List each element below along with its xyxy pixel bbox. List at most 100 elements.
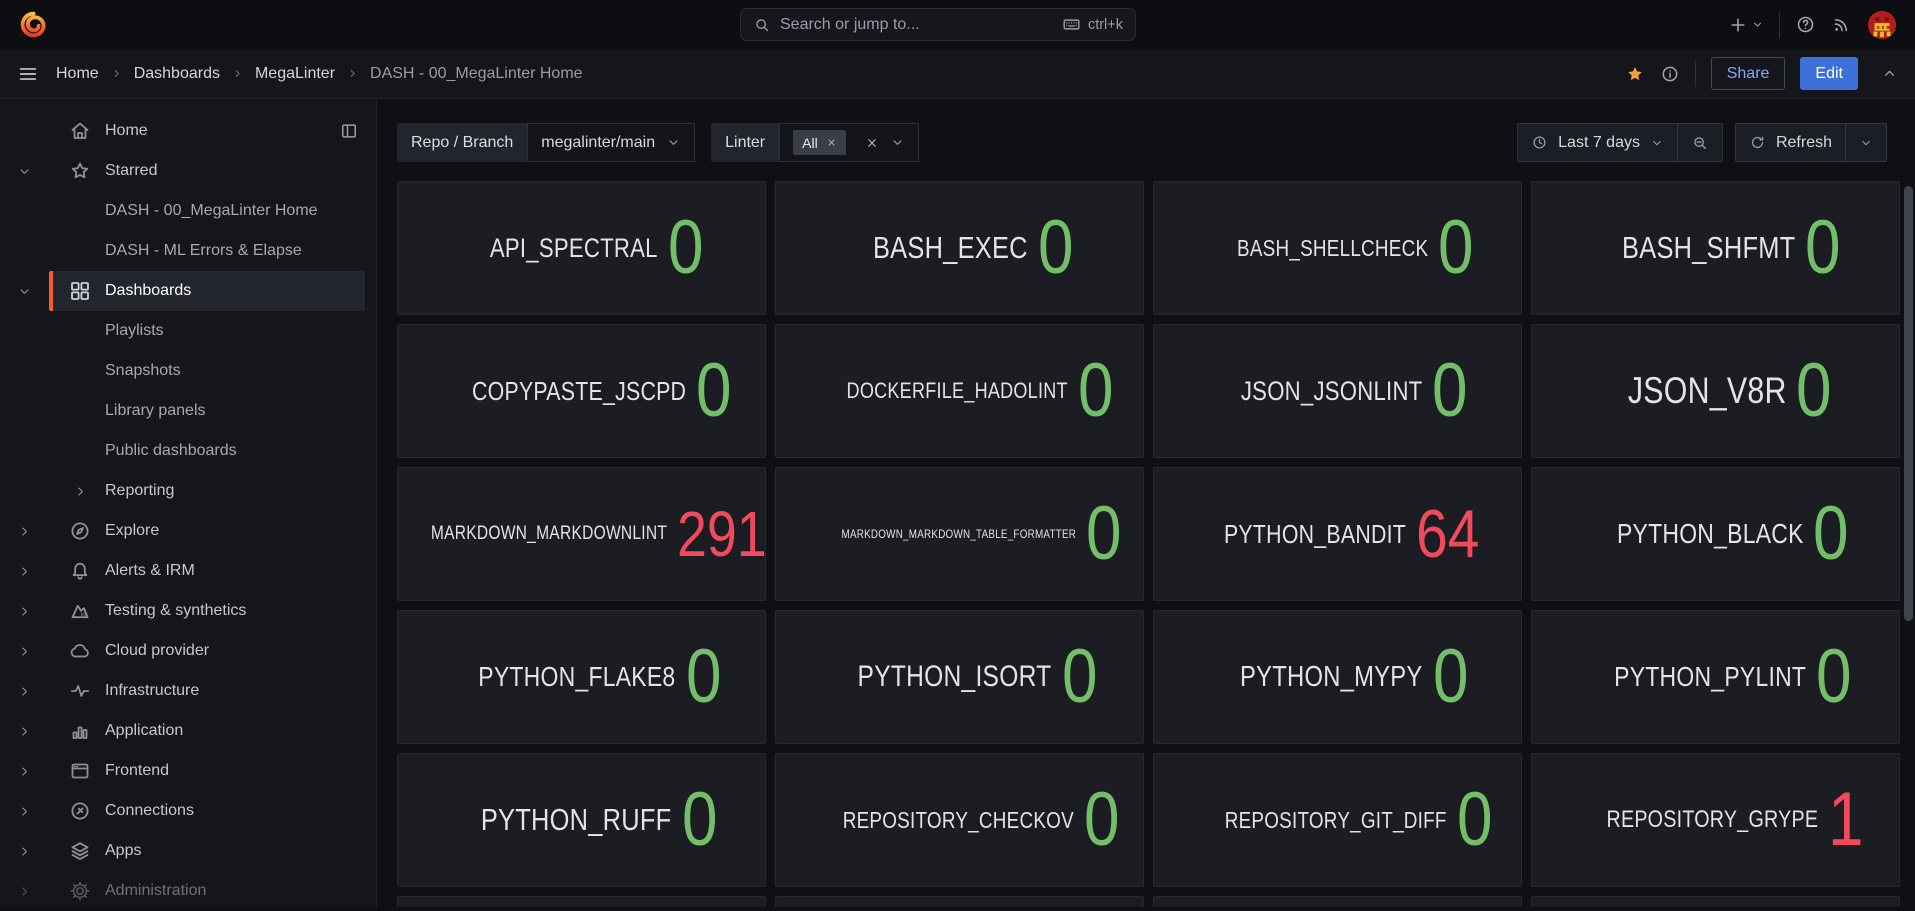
chevron-right-icon	[110, 67, 123, 80]
sidebar-item-library-panels[interactable]: Library panels	[0, 391, 365, 431]
chevron-right-icon[interactable]	[0, 684, 49, 699]
stat-panel-python-flake8[interactable]: PYTHON_FLAKE80	[397, 610, 766, 744]
favorite-star-icon[interactable]	[1625, 64, 1645, 84]
linter-filter[interactable]: Linter All	[711, 123, 919, 162]
stat-panel-json-v8r[interactable]: JSON_V8R0	[1531, 324, 1900, 458]
divider	[1779, 12, 1780, 38]
sidebar-item-apps[interactable]: Apps	[0, 831, 365, 871]
news-rss-icon[interactable]	[1831, 14, 1852, 35]
stat-panel-bash-shellcheck[interactable]: BASH_SHELLCHECK0	[1153, 181, 1522, 315]
stat-panel-repository-checkov[interactable]: REPOSITORY_CHECKOV0	[775, 753, 1144, 887]
help-icon[interactable]	[1795, 14, 1816, 35]
chevron-down-icon[interactable]	[0, 284, 49, 299]
sidebar-item-dash-00-megalinter-home[interactable]: DASH - 00_MegaLinter Home	[0, 191, 365, 231]
sidebar-item-snapshots[interactable]: Snapshots	[0, 351, 365, 391]
share-button[interactable]: Share	[1711, 57, 1786, 90]
sidebar-item-administration[interactable]: Administration	[0, 871, 365, 911]
chevron-down-icon[interactable]	[0, 164, 49, 179]
new-menu-button[interactable]	[1728, 15, 1764, 35]
sidebar-item-dashboards[interactable]: Dashboards	[0, 271, 365, 311]
chevron-down-icon	[1650, 136, 1664, 150]
stat-panel-repository-grype[interactable]: REPOSITORY_GRYPE1	[1531, 753, 1900, 887]
clock-icon	[1531, 134, 1548, 151]
stat-panel-python-black[interactable]: PYTHON_BLACK0	[1531, 467, 1900, 601]
stat-panel-copypaste-jscpd[interactable]: COPYPASTE_JSCPD0	[397, 324, 766, 458]
stat-panel-python-bandit[interactable]: PYTHON_BANDIT64	[1153, 467, 1522, 601]
sidebar-item-frontend[interactable]: Frontend	[0, 751, 365, 791]
chevron-right-icon[interactable]	[0, 844, 49, 859]
clear-filter-icon[interactable]	[865, 136, 879, 150]
stat-panel-partial	[775, 896, 1144, 907]
dashboard-header: HomeDashboardsMegaLinterDASH - 00_MegaLi…	[0, 49, 1915, 99]
stat-panel-dockerfile-hadolint[interactable]: DOCKERFILE_HADOLINT0	[775, 324, 1144, 458]
sidebar-item-connections[interactable]: Connections	[0, 791, 365, 831]
stat-panel-repository-git-diff[interactable]: REPOSITORY_GIT_DIFF0	[1153, 753, 1522, 887]
dashboard-toolbar: Repo / Branch megalinter/main Linter All…	[397, 123, 1887, 162]
chevron-right-icon[interactable]	[0, 524, 49, 539]
stat-value: 291	[677, 502, 766, 566]
stat-panel-json-jsonlint[interactable]: JSON_JSONLINT0	[1153, 324, 1522, 458]
sidebar-item-reporting[interactable]: Reporting	[0, 471, 365, 511]
refresh-interval-dropdown[interactable]	[1845, 124, 1886, 161]
stat-panel-python-pylint[interactable]: PYTHON_PYLINT0	[1531, 610, 1900, 744]
sidebar-item-infrastructure[interactable]: Infrastructure	[0, 671, 365, 711]
chevron-down-icon[interactable]	[890, 135, 905, 150]
sidebar-item-explore[interactable]: Explore	[0, 511, 365, 551]
zoom-out-button[interactable]	[1677, 124, 1722, 161]
time-range-picker[interactable]: Last 7 days	[1518, 124, 1677, 161]
sidebar-item-public-dashboards[interactable]: Public dashboards	[0, 431, 365, 471]
search-input[interactable]	[780, 16, 1053, 34]
stat-label: PYTHON_FLAKE8	[478, 661, 675, 693]
edit-button[interactable]: Edit	[1800, 57, 1858, 90]
chevron-right-icon[interactable]	[0, 564, 49, 579]
scrollbar-thumb[interactable]	[1904, 186, 1913, 621]
sidebar-item-dash-ml-errors-elapse[interactable]: DASH - ML Errors & Elapse	[0, 231, 365, 271]
stat-panel-python-mypy[interactable]: PYTHON_MYPY0	[1153, 610, 1522, 744]
hamburger-menu-icon[interactable]	[17, 63, 39, 85]
repo-branch-filter[interactable]: Repo / Branch megalinter/main	[397, 123, 695, 162]
stat-label: PYTHON_BLACK	[1616, 518, 1803, 550]
breadcrumb-link-megalinter[interactable]: MegaLinter	[255, 65, 335, 83]
stat-panel-python-isort[interactable]: PYTHON_ISORT0	[775, 610, 1144, 744]
breadcrumb-link-home[interactable]: Home	[56, 65, 99, 83]
stat-label: COPYPASTE_JSCPD	[472, 376, 686, 407]
scrollbar-track[interactable]	[1902, 181, 1915, 907]
linter-chip-all[interactable]: All	[793, 130, 846, 155]
stat-panel-markdown-markdownlint[interactable]: MARKDOWN_MARKDOWNLINT291	[397, 467, 766, 601]
stat-panel-python-ruff[interactable]: PYTHON_RUFF0	[397, 753, 766, 887]
global-search[interactable]: ctrl+k	[740, 8, 1136, 41]
plus-icon	[1728, 15, 1748, 35]
stat-panel-markdown-markdown-table-formatter[interactable]: MARKDOWN_MARKDOWN_TABLE_FORMATTER0	[775, 467, 1144, 601]
sidebar-item-testing-synthetics[interactable]: k6Testing & synthetics	[0, 591, 365, 631]
refresh-button[interactable]: Refresh	[1736, 124, 1845, 161]
dashboard-info-icon[interactable]	[1660, 64, 1680, 84]
stat-label: MARKDOWN_MARKDOWN_TABLE_FORMATTER	[842, 527, 1077, 541]
chevron-right-icon[interactable]	[68, 479, 92, 503]
stat-label: PYTHON_MYPY	[1240, 661, 1422, 694]
chevron-right-icon[interactable]	[0, 644, 49, 659]
sidebar-item-label: Snapshots	[105, 362, 181, 380]
sidebar-item-alerts-irm[interactable]: Alerts & IRM	[0, 551, 365, 591]
stat-panel-bash-exec[interactable]: BASH_EXEC0	[775, 181, 1144, 315]
chevron-right-icon[interactable]	[0, 764, 49, 779]
chevron-right-icon[interactable]	[0, 604, 49, 619]
grafana-logo[interactable]	[18, 9, 49, 40]
user-avatar[interactable]	[1867, 10, 1897, 40]
stat-panel-bash-shfmt[interactable]: BASH_SHFMT0	[1531, 181, 1900, 315]
chevron-right-icon[interactable]	[0, 884, 49, 899]
breadcrumb-link-dashboards[interactable]: Dashboards	[134, 65, 220, 83]
sidebar-item-cloud-provider[interactable]: Cloud provider	[0, 631, 365, 671]
sidebar-item-application[interactable]: Application	[0, 711, 365, 751]
stat-pair: MARKDOWN_MARKDOWN_TABLE_FORMATTER0	[790, 496, 1128, 572]
chevron-up-icon[interactable]	[1881, 65, 1898, 82]
stat-value: 0	[1084, 782, 1120, 858]
sidebar-item-starred[interactable]: Starred	[0, 151, 365, 191]
chevron-right-icon[interactable]	[0, 724, 49, 739]
repo-branch-select[interactable]: megalinter/main	[527, 123, 695, 162]
sidebar-item-home[interactable]: Home	[0, 111, 365, 151]
sidebar-item-playlists[interactable]: Playlists	[0, 311, 365, 351]
stat-panel-api-spectral[interactable]: API_SPECTRAL0	[397, 181, 766, 315]
linter-select[interactable]: All	[779, 123, 919, 162]
chevron-right-icon[interactable]	[0, 804, 49, 819]
close-icon[interactable]	[826, 137, 837, 148]
